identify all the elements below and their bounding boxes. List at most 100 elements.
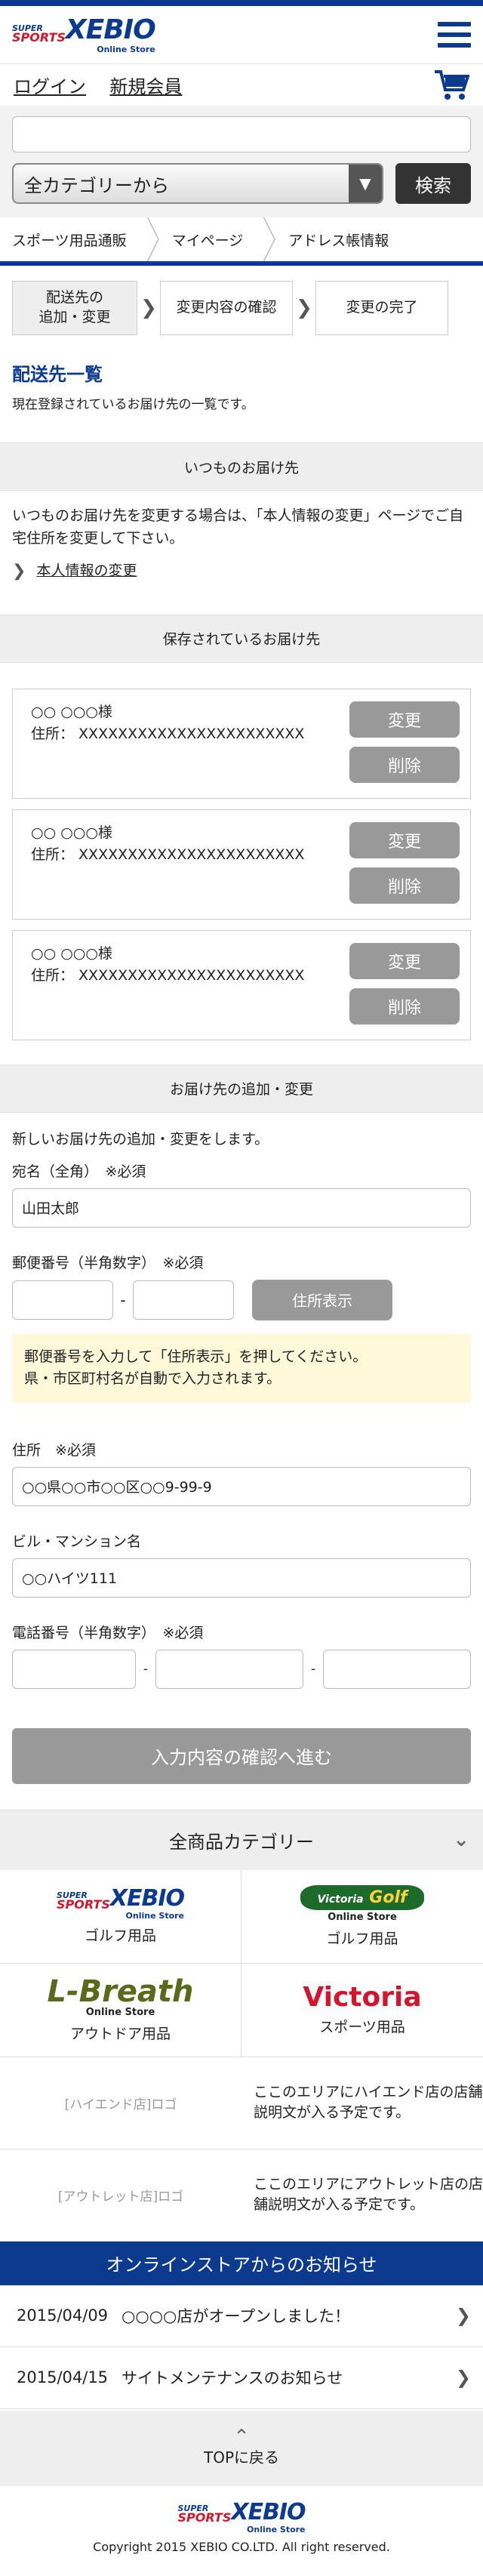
zip-field-2[interactable]: [133, 1280, 234, 1320]
brand-xebio[interactable]: SUPER SPORTS XEBIO Online Store ゴルフ用品: [0, 1869, 242, 1964]
address-card: ○○ ○○○様 住所： XXXXXXXXXXXXXXXXXXXXXXX 変更 削…: [12, 809, 471, 920]
address-field[interactable]: ○○県○○市○○区○○9-99-9: [12, 1466, 471, 1506]
register-link[interactable]: 新規会員: [109, 76, 182, 97]
edit-address-button[interactable]: 変更: [349, 821, 460, 858]
step-complete: 変更の完了: [315, 281, 448, 335]
progress-steps: 配送先の 追加・変更 ❯ 変更内容の確認 ❯ 変更の完了: [0, 266, 483, 350]
tel-dash: -: [310, 1661, 316, 1677]
breadcrumb-item-shop[interactable]: スポーツ用品通販: [0, 217, 145, 261]
chevron-up-icon: ⌃: [233, 2425, 250, 2448]
address-card: ○○ ○○○様 住所： XXXXXXXXXXXXXXXXXXXXXXX 変更 削…: [12, 688, 471, 799]
news-date: 2015/04/09: [17, 2306, 109, 2325]
footer-xebio-logo[interactable]: SUPER SPORTS XEBIO Online Store: [177, 2498, 306, 2534]
lbreath-logo: L-Breath Online Store: [47, 1977, 193, 2018]
step-arrow-icon: ❯: [140, 297, 157, 319]
site-header: SUPER SPORTS XEBIO Online Store: [0, 6, 483, 63]
highend-shop-logo: [ハイエンド店]ロゴ: [64, 2097, 177, 2112]
delete-address-button[interactable]: 削除: [349, 867, 460, 904]
xebio-logo: SUPER SPORTS XEBIO Online Store: [56, 1887, 185, 1921]
logo-xebio: XEBIO: [231, 2498, 306, 2525]
menu-icon[interactable]: [438, 20, 471, 49]
address-name: ○○ ○○○様: [31, 824, 112, 841]
breadcrumb-item-mypage[interactable]: マイページ: [160, 217, 262, 261]
victoria-logo: Victoria: [303, 1981, 422, 2013]
address-line: 住所： XXXXXXXXXXXXXXXXXXXXXXX: [31, 846, 305, 864]
address-line: 住所： XXXXXXXXXXXXXXXXXXXXXXX: [31, 726, 305, 743]
chevron-down-icon: ⌄: [453, 1828, 469, 1851]
name-field[interactable]: 山田太郎: [12, 1188, 471, 1228]
delete-address-button[interactable]: 削除: [349, 746, 460, 783]
step-add-change: 配送先の 追加・変更: [12, 281, 137, 335]
confirm-button[interactable]: 入力内容の確認へ進む: [12, 1727, 471, 1784]
search-area: 全カテゴリーから ▼ 検索: [0, 106, 483, 217]
name-label: 宛名（全角） ※必須: [12, 1163, 146, 1180]
brand-label: スポーツ用品: [319, 2018, 405, 2035]
tel-label: 電話番号（半角数字） ※必須: [12, 1624, 204, 1641]
copyright: Copyright 2015 XEBIO CO.LTD. All right r…: [93, 2539, 390, 2554]
search-button[interactable]: 検索: [395, 163, 471, 204]
shop-highend[interactable]: [ハイエンド店]ロゴ ここのエリアにハイエンド店の店舗説明文が入る予定です。: [0, 2057, 483, 2149]
logo-sports: SPORTS: [177, 2510, 232, 2525]
cart-icon[interactable]: [433, 69, 469, 102]
brand-grid: SUPER SPORTS XEBIO Online Store ゴルフ用品 Vi…: [0, 1869, 483, 2057]
chevron-right-icon: ❯: [455, 2305, 471, 2327]
brand-label: アウトドア用品: [69, 2026, 171, 2043]
address-lookup-button[interactable]: 住所表示: [252, 1279, 392, 1320]
profile-change-label: 本人情報の変更: [36, 562, 137, 580]
victoria-golf-logo: Victoria Golf Online Store: [300, 1884, 424, 1923]
brand-label: ゴルフ用品: [326, 1930, 398, 1947]
zip-notice: 郵便番号を入力して「住所表示」を押してください。 県・市区町村名が自動で入力され…: [12, 1333, 471, 1403]
chevron-right-icon: ❯: [455, 2367, 471, 2389]
logo-sports: SPORTS: [56, 1897, 110, 1912]
shop-outlet[interactable]: [アウトレット店]ロゴ ここのエリアにアウトレット店の店舗説明文が入る予定です。: [0, 2149, 483, 2242]
back-to-top-label: TOPに戻る: [203, 2448, 280, 2467]
account-bar: ログイン 新規会員: [0, 63, 483, 106]
logo-online-store: Online Store: [247, 2524, 306, 2534]
news-heading: オンラインストアからのお知らせ: [0, 2241, 483, 2285]
news-text: サイトメンテナンスのお知らせ: [122, 2369, 343, 2388]
tel-field-3[interactable]: [323, 1649, 471, 1689]
page-title: 配送先一覧: [12, 364, 103, 385]
footer: SUPER SPORTS XEBIO Online Store Copyrigh…: [0, 2486, 483, 2569]
top-accent-bar: [0, 0, 483, 6]
logo-xebio: XEBIO: [65, 14, 156, 45]
address-name: ○○ ○○○様: [31, 944, 112, 962]
tel-field-2[interactable]: [155, 1649, 303, 1689]
address-card: ○○ ○○○様 住所： XXXXXXXXXXXXXXXXXXXXXXX 変更 削…: [12, 929, 471, 1040]
vg-online: Online Store: [328, 1911, 397, 1923]
outlet-shop-logo: [アウトレット店]ロゴ: [57, 2189, 184, 2205]
edit-address-button[interactable]: 変更: [349, 701, 460, 738]
profile-change-link[interactable]: ❯ 本人情報の変更: [12, 558, 471, 584]
category-heading[interactable]: 全商品カテゴリー ⌄: [0, 1809, 483, 1870]
page-description: 現在登録されているお届け先の一覧です。: [12, 397, 254, 412]
breadcrumb-separator-icon: [263, 217, 276, 261]
brand-victoria-golf[interactable]: Victoria Golf Online Store ゴルフ用品: [242, 1870, 483, 1964]
search-input[interactable]: [12, 116, 471, 153]
zip-label: 郵便番号（半角数字） ※必須: [12, 1254, 204, 1271]
address-line: 住所： XXXXXXXXXXXXXXXXXXXXXXX: [31, 967, 305, 984]
logo-sports: SPORTS: [12, 30, 66, 45]
xebio-logo[interactable]: SUPER SPORTS XEBIO Online Store: [12, 14, 156, 54]
edit-address-button[interactable]: 変更: [349, 942, 460, 979]
back-to-top[interactable]: ⌃ TOPに戻る: [0, 2410, 483, 2486]
news-item[interactable]: 2015/04/15 サイトメンテナンスのお知らせ ❯: [0, 2347, 483, 2409]
tel-field-1[interactable]: [12, 1649, 136, 1689]
brand-victoria[interactable]: Victoria スポーツ用品: [242, 1964, 483, 2057]
building-label: ビル・マンション名: [12, 1533, 142, 1550]
news-date: 2015/04/15: [17, 2368, 109, 2387]
breadcrumb-separator-icon: [146, 217, 159, 261]
dropdown-arrow-icon: ▼: [349, 165, 382, 202]
address-label: 住所 ※必須: [12, 1441, 96, 1459]
form-intro: 新しいお届け先の追加・変更をします。: [12, 1130, 269, 1148]
logo-online-store: Online Store: [125, 1911, 185, 1921]
news-item[interactable]: 2015/04/09 ○○○○店がオープンしました！ ❯: [0, 2285, 483, 2347]
building-field[interactable]: ○○ハイツ111: [12, 1558, 471, 1598]
category-select-value: 全カテゴリーから: [24, 174, 169, 196]
highend-shop-desc: ここのエリアにハイエンド店の店舗説明文が入る予定です。: [254, 2083, 483, 2122]
brand-lbreath[interactable]: L-Breath Online Store アウトドア用品: [0, 1963, 242, 2057]
tel-dash: -: [143, 1661, 149, 1677]
login-link[interactable]: ログイン: [14, 76, 86, 97]
delete-address-button[interactable]: 削除: [349, 988, 460, 1025]
category-select[interactable]: 全カテゴリーから ▼: [12, 163, 383, 204]
zip-field-1[interactable]: [12, 1280, 113, 1320]
